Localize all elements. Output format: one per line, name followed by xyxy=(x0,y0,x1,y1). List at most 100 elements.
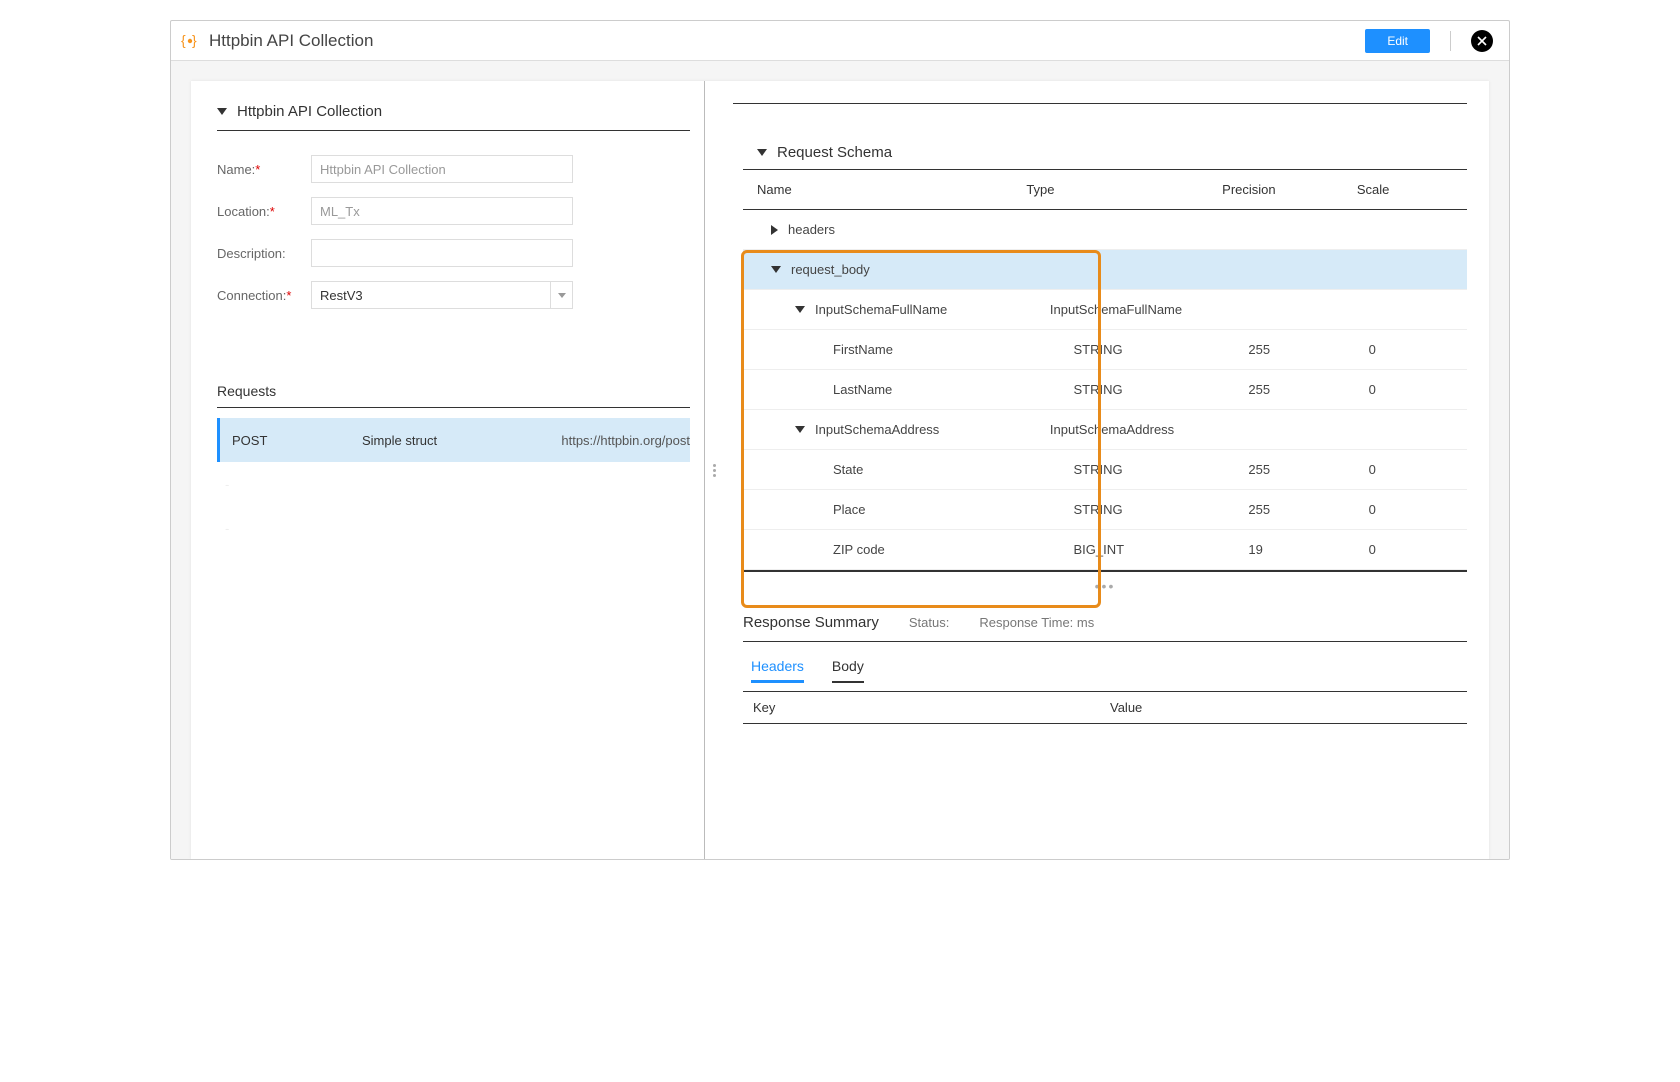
row-prec: 255 xyxy=(1248,502,1368,517)
row-name: FirstName xyxy=(833,342,893,357)
section-resize-handle[interactable]: ••• xyxy=(743,571,1467,596)
svg-text:}: } xyxy=(192,32,197,48)
description-field[interactable] xyxy=(311,239,573,267)
col-type: Type xyxy=(1026,182,1222,197)
collection-section-header[interactable]: Httpbin API Collection xyxy=(217,103,690,131)
request-name: Simple struct xyxy=(362,433,561,448)
col-name: Name xyxy=(743,182,1026,197)
schema-table: Name Type Precision Scale headers reques… xyxy=(743,169,1467,571)
description-label: Description: xyxy=(217,246,311,261)
collection-form: Name:* Location:* Description: Connectio… xyxy=(217,155,690,323)
left-panel: Httpbin API Collection Name:* Location:*… xyxy=(191,81,705,859)
row-scale: 0 xyxy=(1369,342,1467,357)
schema-row-state: State STRING 255 0 xyxy=(743,450,1467,490)
highlighted-group: request_body InputSchemaFullName InputSc… xyxy=(743,250,1467,570)
schema-row-place: Place STRING 255 0 xyxy=(743,490,1467,530)
schema-row-lastname: LastName STRING 255 0 xyxy=(743,370,1467,410)
connection-label: Connection:* xyxy=(217,288,311,303)
row-scale: 0 xyxy=(1369,462,1467,477)
page-title: Httpbin API Collection xyxy=(209,31,373,51)
response-summary: Response Summary Status: Response Time: … xyxy=(743,614,1467,642)
row-type: STRING xyxy=(1073,382,1248,397)
empty-row: - xyxy=(217,506,690,550)
row-type: BIG_INT xyxy=(1073,542,1248,557)
edit-button[interactable]: Edit xyxy=(1365,29,1430,53)
row-type: STRING xyxy=(1073,462,1248,477)
topbar: {} Httpbin API Collection Edit xyxy=(171,21,1509,61)
location-label: Location:* xyxy=(217,204,311,219)
row-name: Place xyxy=(833,502,866,517)
panel-resize-handle[interactable] xyxy=(705,81,723,859)
chevron-down-icon xyxy=(757,149,767,156)
row-type: STRING xyxy=(1073,502,1248,517)
connection-select[interactable]: RestV3 xyxy=(311,281,573,309)
chevron-down-icon xyxy=(795,426,805,433)
name-field[interactable] xyxy=(311,155,573,183)
response-tabs: Headers Body xyxy=(751,658,1467,683)
schema-row-headers[interactable]: headers xyxy=(743,210,1467,250)
row-prec: 255 xyxy=(1248,462,1368,477)
response-status-label: Status: xyxy=(909,615,949,630)
right-panel: Request Schema Name Type Precision Scale… xyxy=(723,81,1489,859)
request-schema-header[interactable]: Request Schema xyxy=(733,144,1467,169)
col-precision: Precision xyxy=(1222,182,1357,197)
request-row[interactable]: POST Simple struct https://httpbin.org/p… xyxy=(217,418,690,462)
close-button[interactable] xyxy=(1471,30,1493,52)
location-field[interactable] xyxy=(311,197,573,225)
col-value: Value xyxy=(1110,700,1467,715)
schema-row-request-body[interactable]: request_body xyxy=(743,250,1467,290)
row-name: ZIP code xyxy=(833,542,885,557)
connection-value: RestV3 xyxy=(320,288,363,303)
form-row-connection: Connection:* RestV3 xyxy=(217,281,690,309)
main-card: Httpbin API Collection Name:* Location:*… xyxy=(191,81,1489,859)
select-caret-box xyxy=(550,282,572,308)
row-prec: 19 xyxy=(1248,542,1368,557)
divider xyxy=(1450,31,1451,51)
request-url: https://httpbin.org/post xyxy=(561,433,690,448)
response-summary-label: Response Summary xyxy=(743,614,879,631)
request-schema-title: Request Schema xyxy=(777,144,892,161)
row-name: headers xyxy=(788,222,835,237)
row-type: InputSchemaAddress xyxy=(1050,422,1235,437)
schema-row-firstname: FirstName STRING 255 0 xyxy=(743,330,1467,370)
row-prec: 255 xyxy=(1248,382,1368,397)
tab-headers[interactable]: Headers xyxy=(751,658,804,683)
schema-row-address[interactable]: InputSchemaAddress InputSchemaAddress xyxy=(743,410,1467,450)
schema-table-header: Name Type Precision Scale xyxy=(743,170,1467,210)
collection-editor-window: {} Httpbin API Collection Edit Httpbin A… xyxy=(170,20,1510,860)
content-area: Httpbin API Collection Name:* Location:*… xyxy=(171,61,1509,859)
kv-table-header: Key Value xyxy=(743,691,1467,724)
tab-body[interactable]: Body xyxy=(832,658,864,683)
row-name: InputSchemaAddress xyxy=(815,422,939,437)
response-time-label: Response Time: ms xyxy=(979,615,1094,630)
divider xyxy=(733,103,1467,104)
form-row-name: Name:* xyxy=(217,155,690,183)
row-name: LastName xyxy=(833,382,892,397)
row-name: request_body xyxy=(791,262,870,277)
form-row-description: Description: xyxy=(217,239,690,267)
chevron-down-icon xyxy=(558,293,566,298)
row-scale: 0 xyxy=(1369,382,1467,397)
form-row-location: Location:* xyxy=(217,197,690,225)
schema-row-zip: ZIP code BIG_INT 19 0 xyxy=(743,530,1467,570)
svg-text:{: { xyxy=(181,32,186,48)
row-scale: 0 xyxy=(1369,542,1467,557)
row-type: STRING xyxy=(1073,342,1248,357)
row-scale: 0 xyxy=(1369,502,1467,517)
chevron-down-icon xyxy=(795,306,805,313)
row-type: InputSchemaFullName xyxy=(1050,302,1235,317)
chevron-down-icon xyxy=(771,266,781,273)
col-scale: Scale xyxy=(1357,182,1467,197)
chevron-right-icon xyxy=(771,225,778,235)
api-collection-icon: {} xyxy=(181,32,199,50)
chevron-down-icon xyxy=(217,108,227,115)
requests-section-label: Requests xyxy=(217,383,690,408)
col-key: Key xyxy=(743,700,1110,715)
collection-section-title: Httpbin API Collection xyxy=(237,103,382,120)
name-label: Name:* xyxy=(217,162,311,177)
row-prec: 255 xyxy=(1248,342,1368,357)
row-name: State xyxy=(833,462,863,477)
row-name: InputSchemaFullName xyxy=(815,302,947,317)
schema-row-fullname[interactable]: InputSchemaFullName InputSchemaFullName xyxy=(743,290,1467,330)
request-method: POST xyxy=(232,433,362,448)
